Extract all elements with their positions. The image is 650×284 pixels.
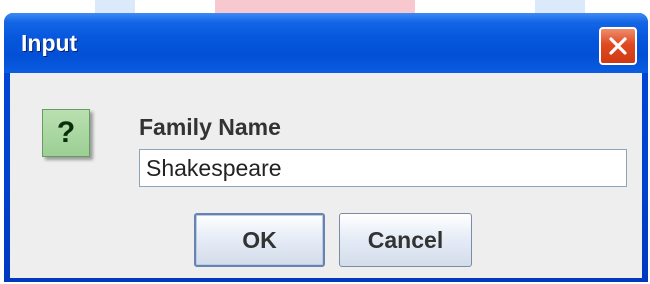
family-name-label: Family Name <box>139 114 281 140</box>
question-icon: ? <box>42 109 90 157</box>
close-button[interactable] <box>599 27 637 65</box>
family-name-input[interactable] <box>139 149 627 187</box>
input-dialog-window: Input ? Family Name OK Cancel <box>4 13 648 282</box>
background-decoration <box>95 0 135 14</box>
background-decoration <box>215 0 415 14</box>
title-bar[interactable]: Input <box>4 13 648 73</box>
cancel-button[interactable]: Cancel <box>339 213 472 267</box>
close-icon <box>607 35 629 57</box>
dialog-content: ? Family Name OK Cancel <box>10 73 642 278</box>
background-decoration <box>535 0 585 14</box>
window-title: Input <box>21 30 78 56</box>
ok-button[interactable]: OK <box>194 213 325 267</box>
